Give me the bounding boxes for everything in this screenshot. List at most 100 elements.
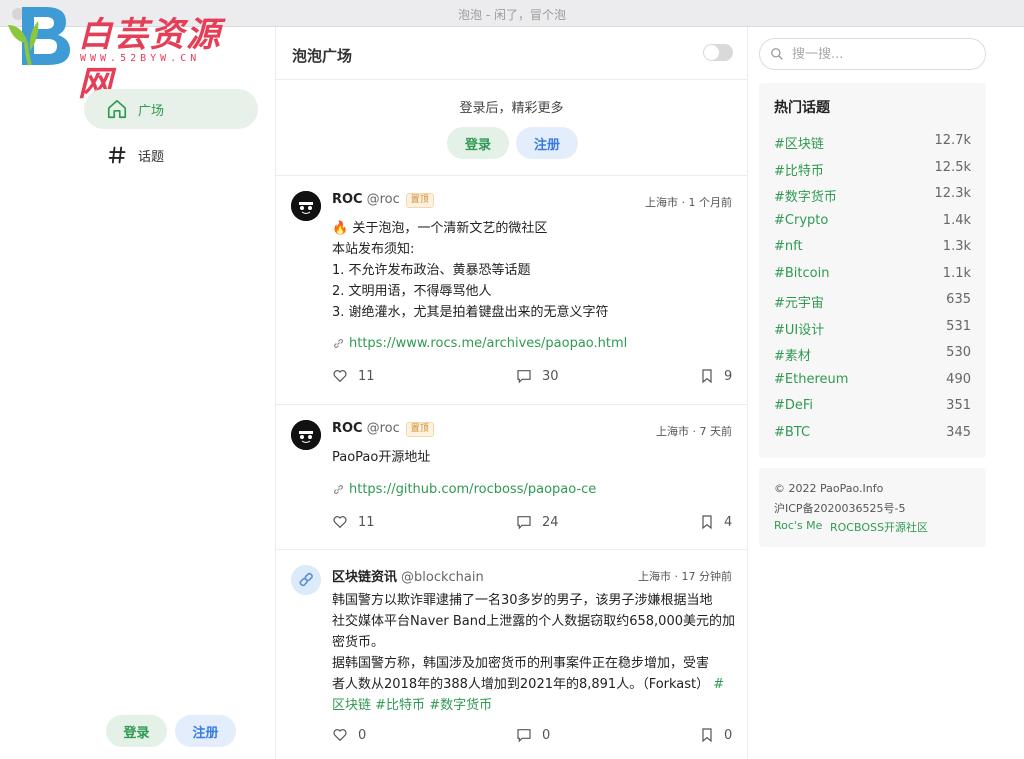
- search-box[interactable]: [759, 38, 986, 70]
- post-line: 3. 谢绝灌水，尤其是拍着键盘出来的无意义字符: [332, 305, 609, 320]
- comment-count: 0: [542, 727, 551, 743]
- comment-button[interactable]: 24: [516, 514, 559, 530]
- author-handle: @roc: [366, 421, 400, 436]
- author-name: ROC: [332, 192, 363, 207]
- footer-link-rocboss[interactable]: ROCBOSS开源社区: [830, 519, 928, 535]
- sidebar-login-button[interactable]: 登录: [106, 715, 167, 747]
- topic-count: 530: [946, 345, 971, 360]
- topic-item[interactable]: #DeFi 351: [774, 398, 971, 418]
- site-logo[interactable]: 白芸资源网 WWW.52BYW.CN: [4, 3, 254, 104]
- hash-icon: [106, 144, 128, 166]
- like-count: 11: [358, 368, 375, 384]
- topic-count: 12.3k: [934, 186, 971, 201]
- topic-count: 1.1k: [942, 265, 971, 281]
- nav-item-topics[interactable]: 话题: [84, 135, 258, 175]
- topic-item[interactable]: #BTC 345: [774, 425, 971, 445]
- topic-item[interactable]: #Ethereum 490: [774, 372, 971, 392]
- post-line: 者人数从2018年的388人增加到2021年的8,891人。（Forkast） …: [332, 674, 737, 695]
- post-line: 区块链 #比特币 #数字货币: [332, 695, 737, 716]
- avatar[interactable]: [291, 191, 321, 221]
- collect-button[interactable]: 4: [700, 514, 732, 530]
- post-author[interactable]: ROC @roc 置顶: [332, 192, 434, 208]
- topic-item[interactable]: #UI设计 531: [774, 319, 971, 339]
- like-button[interactable]: 11: [332, 368, 375, 384]
- topic-name: #元宇宙: [774, 296, 824, 311]
- post-link[interactable]: https://github.com/rocboss/paopao-ce: [332, 482, 596, 497]
- sidebar-register-button[interactable]: 注册: [175, 715, 236, 747]
- post-line: 社交媒体平台Naver Band上泄露的个人数据窃取约658,000美元的加: [332, 614, 735, 629]
- collect-button[interactable]: 0: [700, 727, 732, 743]
- post-actions: 0 0 0: [332, 727, 734, 747]
- footer-link-rocs-me[interactable]: Roc's Me: [774, 519, 822, 532]
- post-line: 🔥 关于泡泡，一个清新文艺的微社区: [332, 221, 548, 236]
- post-content: 🔥 关于泡泡，一个清新文艺的微社区 本站发布须知: 1. 不允许发布政治、黄暴恐…: [332, 218, 737, 323]
- topic-count: 635: [946, 292, 971, 307]
- topic-item[interactable]: #nft 1.3k: [774, 239, 971, 259]
- post-author[interactable]: 区块链资讯 @blockchain: [332, 566, 484, 585]
- topic-item[interactable]: #Crypto 1.4k: [774, 213, 971, 233]
- collect-button[interactable]: 9: [700, 368, 732, 384]
- topic-item[interactable]: #素材 530: [774, 345, 971, 365]
- avatar[interactable]: [291, 565, 321, 595]
- hashtag[interactable]: #比特币: [375, 698, 425, 713]
- like-count: 0: [358, 727, 367, 743]
- search-input[interactable]: [792, 46, 972, 62]
- topic-item[interactable]: #区块链 12.7k: [774, 133, 971, 153]
- collect-count: 0: [724, 727, 733, 743]
- logo-subtext: WWW.52BYW.CN: [80, 53, 201, 64]
- author-handle: @blockchain: [401, 570, 484, 585]
- theme-toggle[interactable]: [703, 44, 733, 61]
- hashtag[interactable]: #: [713, 677, 724, 692]
- login-button[interactable]: 登录: [447, 127, 509, 159]
- post-line: PaoPao开源地址: [332, 450, 431, 465]
- post-card[interactable]: ROC @roc 置顶 上海市 · 7 天前 PaoPao开源地址 https://…: [276, 405, 747, 550]
- author-name: ROC: [332, 421, 363, 436]
- comment-button[interactable]: 30: [516, 368, 559, 384]
- topic-name: #BTC: [774, 424, 811, 440]
- topic-count: 531: [946, 318, 971, 334]
- topic-count: 351: [946, 398, 971, 413]
- topic-item[interactable]: #比特币 12.5k: [774, 160, 971, 180]
- post-line: 据韩国警方称，韩国涉及加密货币的刑事案件正在稳步增加，受害: [332, 656, 710, 671]
- post-link-text: https://www.rocs.me/archives/paopao.html: [349, 336, 628, 351]
- post-author[interactable]: ROC @roc 置顶: [332, 421, 434, 437]
- like-button[interactable]: 11: [332, 514, 375, 530]
- icp-text[interactable]: 沪ICP备2020036525号-5: [774, 500, 906, 516]
- topic-item[interactable]: #元宇宙 635: [774, 292, 971, 312]
- nav-item-label: 广场: [138, 103, 165, 119]
- bookmark-icon: [702, 728, 712, 743]
- topic-count: 490: [946, 371, 971, 387]
- post-line-text: 者人数从2018年的388人增加到2021年的8,891人。（Forkast）: [332, 677, 710, 692]
- post-card[interactable]: 区块链资讯 @blockchain 上海市 · 17 分钟前 韩国警方以欺诈罪逮捕…: [276, 550, 747, 759]
- post-link[interactable]: https://www.rocs.me/archives/paopao.html: [332, 336, 627, 351]
- topic-count: 12.5k: [934, 159, 971, 175]
- hashtag[interactable]: #数字货币: [429, 698, 492, 713]
- heart-icon: [333, 370, 347, 383]
- post-card[interactable]: ROC @roc 置顶 上海市 · 1 个月前 🔥 关于泡泡，一个清新文艺的微社区 …: [276, 176, 747, 405]
- avatar[interactable]: [291, 420, 321, 450]
- topic-name: #DeFi: [774, 398, 814, 413]
- post-line: 1. 不允许发布政治、黄暴恐等话题: [332, 263, 531, 278]
- topic-item[interactable]: #Bitcoin 1.1k: [774, 266, 971, 286]
- post-line: 韩国警方以欺诈罪逮捕了一名30多岁的男子，该男子涉嫌根据当地: [332, 593, 713, 608]
- toggle-knob: [704, 45, 719, 60]
- post-actions: 11 24 4: [332, 514, 734, 534]
- heart-icon: [333, 516, 347, 529]
- comment-button[interactable]: 0: [516, 727, 550, 743]
- post-content: 韩国警方以欺诈罪逮捕了一名30多岁的男子，该男子涉嫌根据当地 社交媒体平台Nav…: [332, 590, 737, 716]
- comment-icon: [517, 729, 531, 743]
- topic-name: #Crypto: [774, 212, 829, 228]
- nav-item-square[interactable]: 广场: [84, 89, 258, 129]
- site-footer: © 2022 PaoPao.Info 沪ICP备2020036525号-5 Ro…: [759, 468, 986, 547]
- post-location-time: 上海市 · 1 个月前: [645, 196, 732, 209]
- topic-count: 1.4k: [942, 212, 971, 228]
- comment-icon: [517, 516, 531, 530]
- post-content: PaoPao开源地址: [332, 447, 737, 468]
- topic-name: #nft: [774, 239, 803, 254]
- register-button[interactable]: 注册: [516, 127, 578, 159]
- topic-item[interactable]: #数字货币 12.3k: [774, 186, 971, 206]
- topic-name: #数字货币: [774, 190, 837, 205]
- hashtag[interactable]: 区块链: [332, 698, 371, 713]
- collect-count: 4: [724, 514, 733, 530]
- like-button[interactable]: 0: [332, 727, 366, 743]
